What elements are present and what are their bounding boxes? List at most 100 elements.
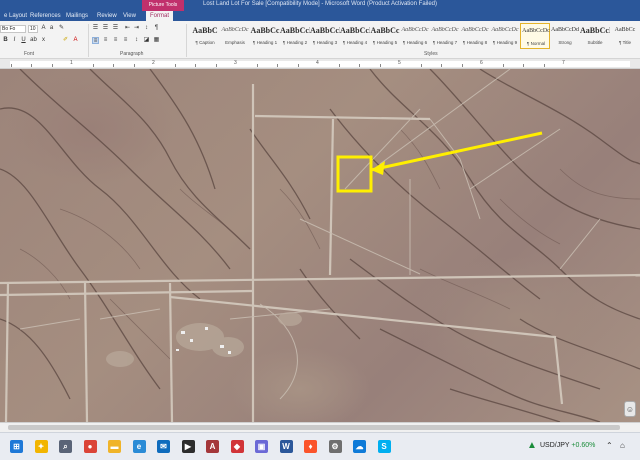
ruler-tick [92,64,94,67]
tray-chevron-icon[interactable]: ⌃ [606,441,613,450]
shading-icon[interactable]: ◪ [143,37,150,44]
align-center-button[interactable]: ≡ [102,37,109,44]
group-label-font: Font [24,51,35,57]
shrink-font-icon[interactable]: a [48,25,55,32]
font-size-box[interactable]: 10 [28,25,38,33]
subscript-icon[interactable]: x [40,37,47,44]
scroll-thumb[interactable] [8,425,620,430]
horizontal-scrollbar[interactable] [0,422,640,432]
strikethrough-icon[interactable]: ab [30,37,37,44]
onedrive-icon[interactable]: ☁ [353,440,366,453]
tab-page-layout[interactable]: e Layout [4,11,27,21]
numbering-icon[interactable]: ☰ [102,25,109,32]
grow-font-icon[interactable]: A [40,25,47,32]
style-item[interactable]: AaBbCcI Subtitle [580,23,610,49]
photos-icon[interactable]: ▣ [255,440,268,453]
style-sample: AaBbCc [614,27,636,33]
search-icon[interactable]: ⌕ [59,440,72,453]
tab-mailings[interactable]: Mailings [66,11,88,21]
style-sample: AaBbCcI [310,26,340,35]
word-icon[interactable]: W [279,440,293,453]
font-color-icon[interactable]: A [72,37,79,44]
style-item[interactable]: AaBbCcI ¶ Heading 2 [280,23,310,49]
bold-button[interactable]: B [2,37,9,44]
line-spacing-icon[interactable]: ↕ [133,37,140,44]
clear-format-icon[interactable]: ✎ [58,25,65,32]
style-item[interactable]: AaBbCcI ¶ Heading 3 [310,23,340,49]
style-name: ¶ Title [619,40,631,45]
style-item[interactable]: AaBbCcDc ¶ Heading 8 [460,23,490,49]
horizontal-ruler[interactable]: 1 2 3 4 5 6 7 [0,59,640,69]
ruler-tick [113,64,114,67]
tab-format[interactable]: Format [146,11,174,21]
style-sample: AaBbCcDc [401,27,429,33]
skype-icon[interactable]: S [377,440,391,453]
style-item[interactable]: AaBbCcDc ¶ Heading 7 [430,23,460,49]
style-item[interactable]: AaBbCcDc ¶ Normal [520,23,550,49]
tab-review[interactable]: Review [97,11,117,21]
network-icon[interactable]: ⌂ [620,441,632,451]
style-item[interactable]: AaBbCcDd Strong [550,23,580,49]
style-name: ¶ Heading 3 [312,40,338,45]
ticker-pair: USD/JPY [540,442,570,449]
style-sample: AaBbCcI [580,26,610,35]
align-right-button[interactable]: ≡ [112,37,119,44]
ruler-tick [215,64,217,67]
style-item[interactable]: AaBbCcDc ¶ Heading 9 [490,23,520,49]
media-icon[interactable]: ▶ [181,440,195,453]
style-item[interactable]: AaBbCcI ¶ Heading 4 [340,23,370,49]
decrease-indent-icon[interactable]: ⇤ [124,25,131,32]
justify-button[interactable]: ≡ [122,37,129,44]
font-name-box[interactable]: Bo Fo [0,25,26,33]
style-sample: AaBbCcI [340,26,370,35]
ruler-tick [543,64,545,67]
style-item[interactable]: AaBbCcDc Emphasis [220,23,250,49]
style-item[interactable]: AaBbCc ¶ Title [610,23,640,49]
style-item[interactable]: AaBbCc ¶ Heading 5 [370,23,400,49]
pdf-icon[interactable]: ◆ [230,440,244,453]
style-name: ¶ Heading 5 [372,40,398,45]
bullets-icon[interactable]: ☰ [92,25,99,32]
style-name: ¶ Heading 2 [282,40,308,45]
style-sample: AaBbCc [370,26,400,35]
settings-icon[interactable]: ⚙ [328,440,342,453]
highlight-icon[interactable]: ✐ [62,37,69,44]
ruler-tick [51,64,53,67]
tab-references[interactable]: References [30,11,61,21]
start-icon[interactable]: ⊞ [10,440,23,453]
ruler-number: 4 [316,60,319,66]
file-explorer-icon[interactable]: ▬ [108,440,121,453]
sort-icon[interactable]: ↕ [143,25,150,32]
access-icon[interactable]: A [206,440,219,453]
stock-ticker[interactable]: USD/JPY +0.60% [540,442,595,449]
group-label-styles: Styles [424,51,438,57]
mail-icon[interactable]: ✉ [157,440,170,453]
style-sample: AaBbCcDc [522,28,550,34]
align-left-button[interactable]: ≡ [92,37,99,44]
style-item[interactable]: AaBbCc ¶ Heading 1 [250,23,280,49]
widgets-icon[interactable]: ✦ [34,440,48,453]
style-name: ¶ Heading 6 [402,40,428,45]
brave-icon[interactable]: ♦ [304,440,317,453]
style-item[interactable]: AaBbCcDc ¶ Heading 6 [400,23,430,49]
group-separator [88,24,89,57]
window-title: Lost Land Lot For Sale [Compatibility Mo… [203,1,437,7]
pegman-icon[interactable]: ☺ [624,401,636,417]
multilevel-icon[interactable]: ☰ [112,25,119,32]
edge-icon[interactable]: e [132,440,146,453]
chrome-icon[interactable]: ● [83,440,97,453]
ruler-track [10,61,630,67]
title-bar: Lost Land Lot For Sale [Compatibility Mo… [0,0,640,11]
tab-view[interactable]: View [123,11,136,21]
style-name: Strong [558,40,572,45]
style-item[interactable]: AaBbC ¶ Caption [190,23,220,49]
style-name: ¶ Normal [526,41,546,46]
style-sample: AaBbCcI [280,26,310,35]
style-name: ¶ Heading 1 [252,40,278,45]
style-name: ¶ Heading 7 [432,40,458,45]
italic-button[interactable]: I [11,37,18,44]
underline-button[interactable]: U [20,37,27,44]
borders-icon[interactable]: ▦ [153,37,160,44]
show-marks-icon[interactable]: ¶ [153,25,160,32]
increase-indent-icon[interactable]: ⇥ [133,25,140,32]
